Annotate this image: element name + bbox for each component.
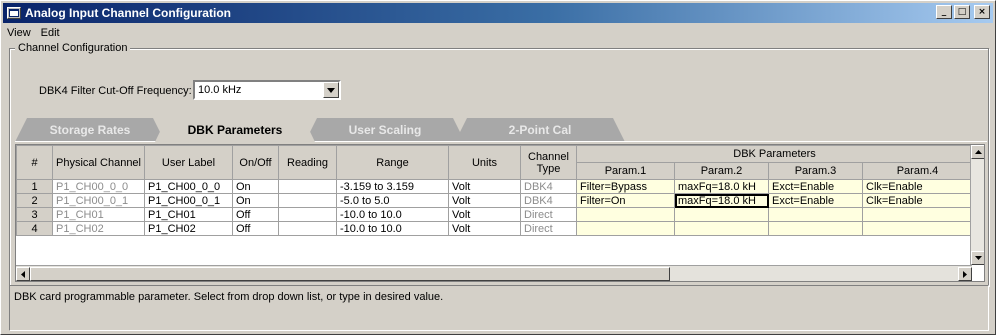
vertical-scrollbar[interactable] <box>970 145 984 265</box>
cell-param-4[interactable]: Clk=Enable <box>861 179 974 194</box>
cell-param-2[interactable] <box>674 207 769 222</box>
cell-units[interactable]: Volt <box>448 221 521 236</box>
cell-param-2[interactable] <box>674 221 769 236</box>
cell-param-3[interactable]: Exct=Enable <box>768 179 863 194</box>
cell-param-4[interactable] <box>861 207 974 222</box>
cell-user-label[interactable]: P1_CH00_0_0 <box>144 179 233 194</box>
row-number[interactable]: 1 <box>16 179 53 194</box>
col-header-on-off[interactable]: On/Off <box>232 145 279 180</box>
cell-channel-type: DBK4 <box>520 179 577 194</box>
arrow-up-icon[interactable] <box>971 145 984 159</box>
cell-param-4[interactable] <box>861 221 974 236</box>
cell-user-label[interactable]: P1_CH02 <box>144 221 233 236</box>
col-header-param-2[interactable]: Param.2 <box>674 162 769 180</box>
table-row[interactable]: 3 P1_CH01 P1_CH01 Off -10.0 to 10.0 Volt… <box>16 207 974 222</box>
col-header-units[interactable]: Units <box>448 145 521 180</box>
col-header-channel-type[interactable]: Channel Type <box>520 145 577 180</box>
cell-range[interactable]: -3.159 to 3.159 <box>336 179 449 194</box>
cell-range[interactable]: -5.0 to 5.0 <box>336 193 449 208</box>
minimize-button[interactable]: _ <box>936 5 952 19</box>
description-text: DBK card programmable parameter. Select … <box>14 291 444 303</box>
arrow-down-icon[interactable] <box>971 251 984 265</box>
tab-strip: Storage Rates DBK Parameters User Scalin… <box>15 118 655 142</box>
cell-on-off[interactable]: On <box>232 193 279 208</box>
cell-user-label[interactable]: P1_CH00_0_1 <box>144 193 233 208</box>
col-header-param-3[interactable]: Param.3 <box>768 162 863 180</box>
menu-edit[interactable]: Edit <box>41 27 60 39</box>
horizontal-scroll-thumb[interactable] <box>30 267 670 281</box>
chevron-down-icon[interactable] <box>323 82 339 98</box>
horizontal-scrollbar[interactable] <box>16 265 972 281</box>
tab-user-scaling[interactable]: User Scaling <box>305 118 465 142</box>
cell-units[interactable]: Volt <box>448 179 521 194</box>
description-panel: DBK card programmable parameter. Select … <box>9 285 989 331</box>
tab-dbk-parameters[interactable]: DBK Parameters <box>155 117 315 142</box>
cell-physical-channel: P1_CH00_0_1 <box>52 193 145 208</box>
channel-grid[interactable]: # Physical Channel User Label On/Off Rea… <box>15 144 985 282</box>
cell-on-off[interactable]: On <box>232 179 279 194</box>
cell-reading <box>278 193 337 208</box>
arrow-left-icon[interactable] <box>16 267 30 281</box>
cell-param-1[interactable] <box>576 221 675 236</box>
cell-reading <box>278 207 337 222</box>
cell-range[interactable]: -10.0 to 10.0 <box>336 207 449 222</box>
row-number[interactable]: 3 <box>16 207 53 222</box>
cell-physical-channel: P1_CH01 <box>52 207 145 222</box>
col-header-physical-channel[interactable]: Physical Channel <box>52 145 145 180</box>
col-header-reading[interactable]: Reading <box>278 145 337 180</box>
title-bar[interactable]: Analog Input Channel Configuration _ □ × <box>3 3 993 23</box>
cell-channel-type: Direct <box>520 221 577 236</box>
cell-user-label[interactable]: P1_CH01 <box>144 207 233 222</box>
menu-bar: View Edit <box>7 25 60 41</box>
tab-2-point-cal[interactable]: 2-Point Cal <box>455 118 625 142</box>
group-label: Channel Configuration <box>15 42 131 54</box>
close-button[interactable]: × <box>974 5 990 19</box>
cell-physical-channel: P1_CH02 <box>52 221 145 236</box>
cell-reading <box>278 179 337 194</box>
cell-param-1[interactable]: Filter=On <box>576 193 675 208</box>
col-header-dbk-parameters: DBK Parameters <box>575 145 974 163</box>
filter-cutoff-select[interactable]: 10.0 kHz <box>193 80 341 100</box>
maximize-button[interactable]: □ <box>954 5 970 19</box>
tab-storage-rates[interactable]: Storage Rates <box>15 118 165 142</box>
cell-units[interactable]: Volt <box>448 193 521 208</box>
cell-on-off[interactable]: Off <box>232 207 279 222</box>
cell-channel-type: DBK4 <box>520 193 577 208</box>
cell-range[interactable]: -10.0 to 10.0 <box>336 221 449 236</box>
cell-param-2-selected[interactable]: maxFq=18.0 kH <box>674 193 769 208</box>
window-icon[interactable] <box>7 7 21 19</box>
cell-param-4[interactable]: Clk=Enable <box>861 193 974 208</box>
filter-cutoff-value: 10.0 kHz <box>198 84 242 96</box>
row-number[interactable]: 2 <box>16 193 53 208</box>
cell-on-off[interactable]: Off <box>232 221 279 236</box>
col-header-param-4[interactable]: Param.4 <box>861 162 974 180</box>
channel-table: # Physical Channel User Label On/Off Rea… <box>16 145 974 236</box>
col-header-range[interactable]: Range <box>336 145 449 180</box>
cell-units[interactable]: Volt <box>448 207 521 222</box>
cell-param-1[interactable]: Filter=Bypass <box>576 179 675 194</box>
table-row[interactable]: 1 P1_CH00_0_0 P1_CH00_0_0 On -3.159 to 3… <box>16 179 974 194</box>
col-header-number[interactable]: # <box>16 145 53 180</box>
cell-param-1[interactable] <box>576 207 675 222</box>
app-window: Analog Input Channel Configuration _ □ ×… <box>0 0 996 335</box>
menu-view[interactable]: View <box>7 27 31 39</box>
arrow-right-icon[interactable] <box>958 267 972 281</box>
cell-param-3[interactable]: Exct=Enable <box>768 193 863 208</box>
filter-cutoff-label: DBK4 Filter Cut-Off Frequency: <box>39 85 192 97</box>
cell-param-3[interactable] <box>768 221 863 236</box>
table-row[interactable]: 4 P1_CH02 P1_CH02 Off -10.0 to 10.0 Volt… <box>16 221 974 236</box>
cell-reading <box>278 221 337 236</box>
row-number[interactable]: 4 <box>16 221 53 236</box>
table-row[interactable]: 2 P1_CH00_0_1 P1_CH00_0_1 On -5.0 to 5.0… <box>16 193 974 208</box>
cell-param-3[interactable] <box>768 207 863 222</box>
cell-channel-type: Direct <box>520 207 577 222</box>
col-header-user-label[interactable]: User Label <box>144 145 233 180</box>
col-header-param-1[interactable]: Param.1 <box>576 162 675 180</box>
window-title: Analog Input Channel Configuration <box>25 6 231 20</box>
cell-physical-channel: P1_CH00_0_0 <box>52 179 145 194</box>
cell-param-2[interactable]: maxFq=18.0 kH <box>674 179 769 194</box>
